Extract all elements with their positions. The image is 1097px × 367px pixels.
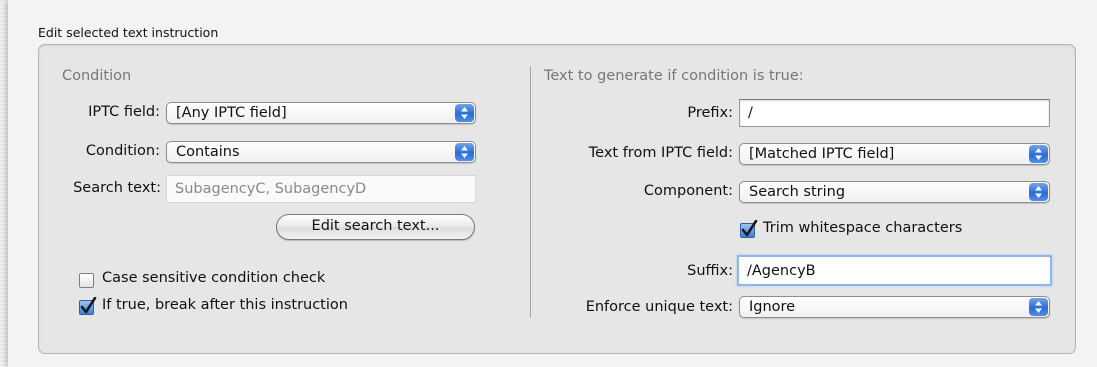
generate-heading: Text to generate if condition is true: bbox=[544, 68, 804, 84]
suffix-label: Suffix: bbox=[687, 263, 733, 279]
search-text-label: Search text: bbox=[73, 180, 161, 196]
group-title: Edit selected text instruction bbox=[38, 25, 219, 40]
case-sensitive-label: Case sensitive condition check bbox=[102, 270, 326, 286]
updown-arrows-icon bbox=[455, 143, 474, 161]
text-from-iptc-label: Text from IPTC field: bbox=[588, 145, 733, 161]
condition-popup[interactable]: Contains bbox=[166, 141, 476, 163]
component-label: Component: bbox=[643, 183, 733, 199]
edit-search-text-button[interactable]: Edit search text... bbox=[276, 214, 475, 240]
iptc-field-popup[interactable]: [Any IPTC field] bbox=[166, 102, 476, 124]
edit-search-text-button-label: Edit search text... bbox=[311, 218, 440, 234]
updown-arrows-icon bbox=[455, 104, 474, 122]
suffix-value: /AgencyB bbox=[747, 263, 816, 279]
condition-value: Contains bbox=[176, 144, 240, 160]
text-from-iptc-popup[interactable]: [Matched IPTC field] bbox=[739, 143, 1050, 165]
edit-instruction-panel: Edit selected text instruction Condition… bbox=[0, 0, 1097, 367]
updown-arrows-icon bbox=[1029, 145, 1048, 163]
text-from-iptc-value: [Matched IPTC field] bbox=[749, 146, 895, 162]
condition-heading: Condition bbox=[62, 68, 132, 84]
checkmark-icon bbox=[741, 220, 758, 237]
condition-label: Condition: bbox=[85, 143, 160, 159]
prefix-value: / bbox=[748, 105, 753, 121]
search-text-field[interactable]: SubagencyC, SubagencyD bbox=[166, 175, 476, 203]
updown-arrows-icon bbox=[1029, 183, 1048, 201]
prefix-label: Prefix: bbox=[687, 105, 733, 121]
column-divider bbox=[530, 66, 531, 318]
updown-arrows-icon bbox=[1029, 298, 1048, 316]
trim-whitespace-label: Trim whitespace characters bbox=[763, 220, 963, 236]
iptc-field-label: IPTC field: bbox=[88, 104, 160, 120]
break-after-checkbox[interactable] bbox=[79, 297, 97, 315]
break-after-label: If true, break after this instruction bbox=[102, 297, 348, 313]
enforce-unique-value: Ignore bbox=[749, 299, 796, 315]
enforce-unique-label: Enforce unique text: bbox=[585, 299, 733, 315]
search-text-value: SubagencyC, SubagencyD bbox=[175, 181, 367, 197]
enforce-unique-popup[interactable]: Ignore bbox=[739, 296, 1050, 318]
component-popup[interactable]: Search string bbox=[739, 181, 1050, 203]
checkmark-icon bbox=[80, 297, 97, 314]
case-sensitive-checkbox[interactable] bbox=[79, 273, 94, 288]
component-value: Search string bbox=[749, 184, 846, 200]
suffix-field[interactable]: /AgencyB bbox=[737, 255, 1052, 286]
trim-whitespace-checkbox[interactable] bbox=[740, 220, 758, 238]
prefix-field[interactable]: / bbox=[739, 99, 1050, 127]
iptc-field-value: [Any IPTC field] bbox=[176, 105, 287, 121]
